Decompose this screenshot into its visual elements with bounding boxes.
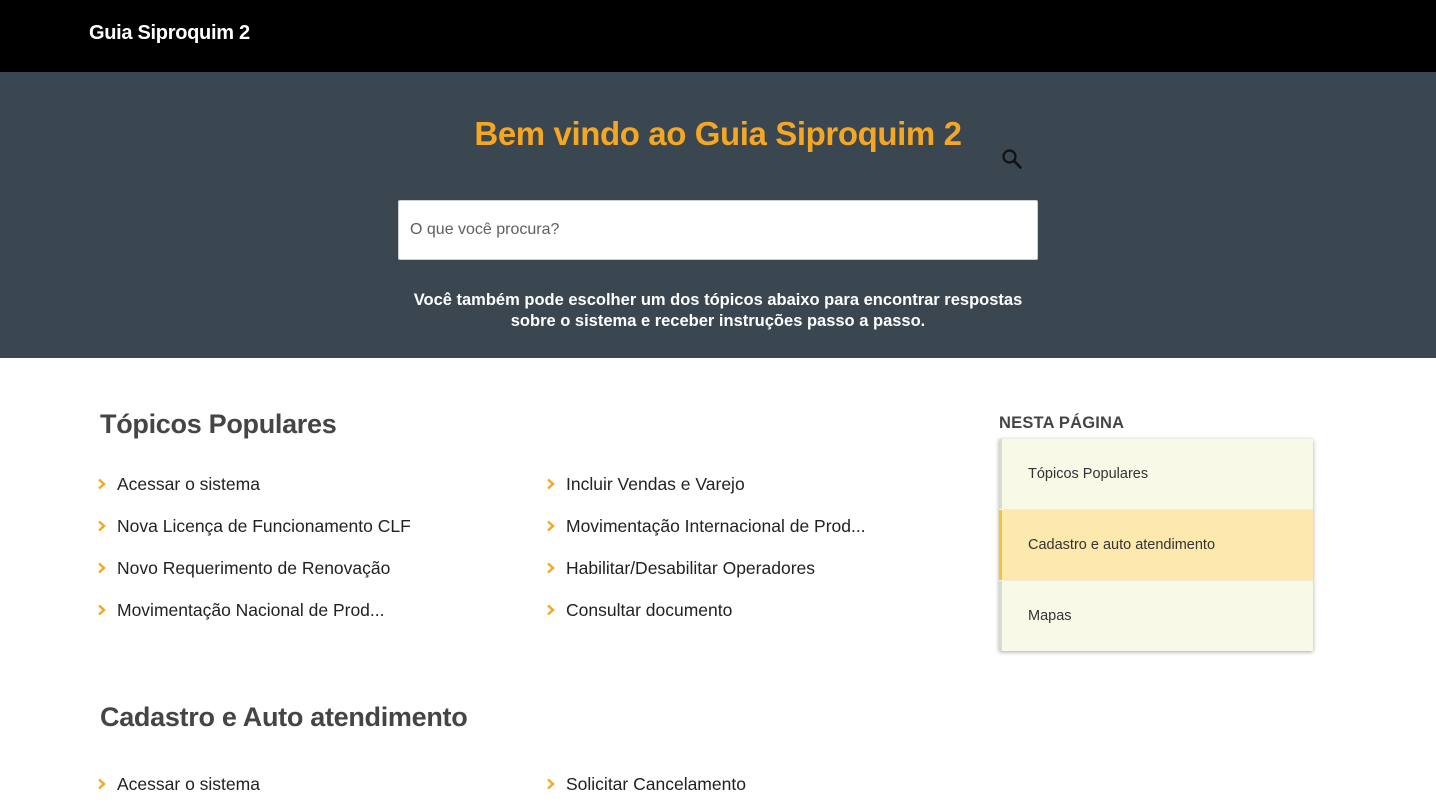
search-box (398, 200, 1038, 260)
topic-link[interactable]: Acessar o sistema (98, 473, 260, 495)
topic-label: Novo Requerimento de Renovação (117, 558, 391, 578)
chevron-right-icon (547, 478, 555, 490)
chevron-right-icon (98, 520, 106, 532)
hero-description: Você também pode escolher um dos tópicos… (0, 290, 1436, 332)
topic-link[interactable]: Incluir Vendas e Varejo (547, 473, 745, 495)
chevron-right-icon (547, 562, 555, 574)
toc-item-cadastro[interactable]: Cadastro e auto atendimento (999, 510, 1313, 580)
topic-label: Consultar documento (566, 600, 733, 620)
toc-panel: Tópicos Populares Cadastro e auto atendi… (999, 439, 1313, 651)
chevron-right-icon (98, 604, 106, 616)
chevron-right-icon (98, 778, 106, 790)
topic-label: Movimentação Internacional de Prod... (566, 516, 866, 536)
topic-label: Acessar o sistema (117, 474, 260, 494)
hero-description-line-1: Você também pode escolher um dos tópicos… (413, 291, 1023, 309)
hero-banner: Bem vindo ao Guia Siproquim 2 Você també… (0, 72, 1436, 358)
topic-link[interactable]: Nova Licença de Funcionamento CLF (98, 515, 411, 537)
chevron-right-icon (98, 478, 106, 490)
search-icon[interactable] (1001, 148, 1023, 170)
topic-label: Movimentação Nacional de Prod... (117, 600, 385, 620)
toc-item-topicos-populares[interactable]: Tópicos Populares (999, 439, 1313, 509)
topic-link[interactable]: Solicitar Cancelamento (547, 773, 746, 795)
topic-label: Solicitar Cancelamento (566, 774, 746, 794)
search-input[interactable] (399, 201, 989, 259)
toc-title: NESTA PÁGINA (999, 414, 1125, 432)
chevron-right-icon (547, 604, 555, 616)
toc-item-mapas[interactable]: Mapas (999, 581, 1313, 651)
top-navbar: Guia Siproquim 2 (0, 0, 1436, 72)
topic-label: Habilitar/Desabilitar Operadores (566, 558, 815, 578)
topic-link[interactable]: Acessar o sistema (98, 773, 260, 795)
topic-link[interactable]: Habilitar/Desabilitar Operadores (547, 557, 815, 579)
page-title: Bem vindo ao Guia Siproquim 2 (474, 115, 962, 152)
topic-label: Acessar o sistema (117, 774, 260, 794)
section-title-popular: Tópicos Populares (100, 409, 337, 439)
brand-logo-text[interactable]: Guia Siproquim 2 (89, 21, 250, 45)
hero-description-line-2: sobre o sistema e receber instruções pas… (510, 312, 926, 330)
topic-label: Nova Licença de Funcionamento CLF (117, 516, 411, 536)
topic-link[interactable]: Movimentação Internacional de Prod... (547, 515, 866, 537)
chevron-right-icon (547, 520, 555, 532)
topic-label: Incluir Vendas e Varejo (566, 474, 745, 494)
chevron-right-icon (98, 562, 106, 574)
section-title-cadastro: Cadastro e Auto atendimento (100, 702, 468, 732)
topic-link[interactable]: Movimentação Nacional de Prod... (98, 599, 385, 621)
topic-link[interactable]: Consultar documento (547, 599, 733, 621)
topic-link[interactable]: Novo Requerimento de Renovação (98, 557, 391, 579)
chevron-right-icon (547, 778, 555, 790)
